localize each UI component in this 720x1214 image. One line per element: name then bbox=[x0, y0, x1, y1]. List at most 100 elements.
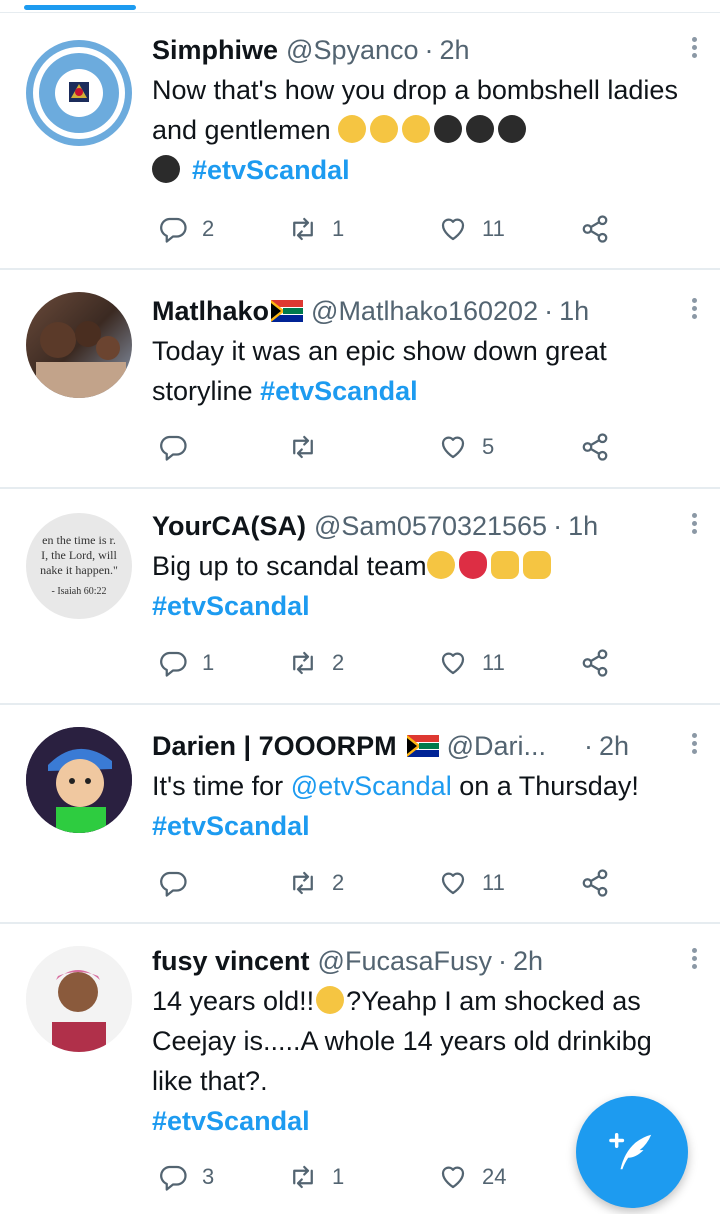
like-button[interactable]: 11 bbox=[438, 643, 505, 683]
heart-icon bbox=[438, 868, 468, 898]
timestamp[interactable]: 1h bbox=[568, 506, 598, 546]
timestamp[interactable]: 2h bbox=[513, 941, 543, 981]
reply-button[interactable] bbox=[158, 427, 202, 467]
reply-count: 3 bbox=[202, 1164, 215, 1189]
bomb-icon bbox=[434, 115, 463, 143]
avatar[interactable] bbox=[26, 40, 132, 146]
share-icon bbox=[580, 432, 610, 462]
hashtag-link[interactable]: #etvScandal bbox=[152, 811, 310, 841]
like-button[interactable]: 5 bbox=[438, 427, 494, 467]
retweet-icon bbox=[288, 214, 318, 244]
display-name[interactable]: Darien | 7OOORPM bbox=[152, 726, 397, 766]
like-button[interactable]: 24 bbox=[438, 1157, 506, 1197]
share-button[interactable] bbox=[580, 427, 624, 467]
username[interactable]: @FucasaFusy bbox=[318, 941, 492, 981]
more-options-icon[interactable] bbox=[684, 34, 704, 64]
username[interactable]: @Matlhako160202 bbox=[311, 291, 538, 331]
timestamp[interactable]: 2h bbox=[599, 726, 629, 766]
like-button[interactable]: 11 bbox=[438, 209, 505, 249]
tweet-header: Darien | 7OOORPM @Dari... · 2h bbox=[152, 726, 696, 766]
compose-tweet-button[interactable] bbox=[576, 1096, 688, 1208]
tweet-text: Now that's how you drop a bombshell ladi… bbox=[152, 70, 696, 190]
separator: · bbox=[584, 731, 594, 761]
retweet-button[interactable]: 2 bbox=[288, 863, 344, 903]
retweet-count: 1 bbox=[332, 1164, 345, 1189]
hashtag-link[interactable]: #etvScandal bbox=[152, 591, 310, 621]
display-name[interactable]: fusy vincent bbox=[152, 941, 310, 981]
mention-link[interactable]: @etvScandal bbox=[291, 771, 452, 801]
reply-icon bbox=[158, 432, 188, 462]
share-button[interactable] bbox=[580, 643, 624, 683]
share-icon bbox=[580, 868, 610, 898]
avatar-quote-line: en the time is r. bbox=[42, 533, 116, 547]
like-count: 24 bbox=[482, 1164, 507, 1189]
separator: · bbox=[498, 946, 508, 976]
tweet-actions: 1 2 11 bbox=[152, 643, 632, 683]
clapping-hands-icon bbox=[522, 551, 551, 579]
timestamp[interactable]: 1h bbox=[559, 291, 589, 331]
reply-button[interactable]: 1 bbox=[158, 643, 214, 683]
hashtag-link[interactable]: #etvScandal bbox=[192, 155, 350, 185]
like-button[interactable]: 11 bbox=[438, 863, 505, 903]
username[interactable]: @Spyanco bbox=[286, 30, 418, 70]
avatar[interactable] bbox=[26, 946, 132, 1052]
avatar[interactable] bbox=[26, 727, 132, 833]
retweet-button[interactable]: 2 bbox=[288, 643, 344, 683]
bomb-icon bbox=[466, 115, 495, 143]
hashtag-link[interactable]: #etvScandal bbox=[260, 376, 418, 406]
username[interactable]: @Dari... bbox=[447, 726, 546, 766]
tweet[interactable]: Simphiwe @Spyanco · 2h Now that's how yo… bbox=[0, 13, 720, 270]
ok-hand-icon bbox=[370, 115, 399, 143]
timestamp[interactable]: 2h bbox=[440, 30, 470, 70]
retweet-button[interactable] bbox=[288, 427, 332, 467]
more-options-icon[interactable] bbox=[684, 295, 704, 325]
tweet-text-body: 14 years old!! bbox=[152, 986, 315, 1016]
separator: · bbox=[553, 511, 563, 541]
retweet-button[interactable]: 1 bbox=[288, 1157, 344, 1197]
bomb-icon bbox=[498, 115, 527, 143]
tweet-text: It's time for @etvScandal on a Thursday!… bbox=[152, 766, 696, 846]
tweet-text-body: Big up to scandal team bbox=[152, 551, 427, 581]
avatar[interactable]: en the time is r. I, the Lord, will nake… bbox=[26, 513, 132, 619]
display-name[interactable]: Simphiwe bbox=[152, 30, 278, 70]
reply-count: 2 bbox=[202, 216, 215, 241]
hushed-face-icon bbox=[316, 986, 345, 1014]
like-count: 11 bbox=[482, 216, 505, 241]
more-options-icon[interactable] bbox=[684, 945, 704, 975]
share-button[interactable] bbox=[580, 209, 624, 249]
retweet-count: 2 bbox=[332, 870, 345, 895]
heart-icon bbox=[438, 648, 468, 678]
tweet-text-body: It's time for bbox=[152, 771, 284, 801]
tweet-header: fusy vincent @FucasaFusy · 2h bbox=[152, 941, 696, 981]
red-heart-icon bbox=[458, 551, 487, 579]
reply-button[interactable]: 2 bbox=[158, 209, 214, 249]
avatar[interactable] bbox=[26, 292, 132, 398]
bomb-icon bbox=[152, 155, 180, 183]
reply-icon bbox=[158, 1162, 188, 1192]
tweet[interactable]: Matlhako @Matlhako160202 · 1h Today it w… bbox=[0, 270, 720, 489]
tweet-actions: 2 11 bbox=[152, 863, 632, 903]
username[interactable]: @Sam0570321565 bbox=[314, 506, 547, 546]
retweet-count: 2 bbox=[332, 650, 345, 675]
tweet[interactable]: Darien | 7OOORPM @Dari... · 2h It's time… bbox=[0, 705, 720, 924]
tweet[interactable]: en the time is r. I, the Lord, will nake… bbox=[0, 489, 720, 705]
reply-button[interactable] bbox=[158, 863, 202, 903]
more-options-icon[interactable] bbox=[684, 510, 704, 540]
tweet-actions: 2 1 11 bbox=[152, 209, 632, 249]
separator: · bbox=[544, 296, 554, 326]
retweet-icon bbox=[288, 648, 318, 678]
cartoon-avatar-icon bbox=[26, 727, 132, 833]
display-name[interactable]: YourCA(SA) bbox=[152, 506, 306, 546]
tab-indicator bbox=[24, 5, 136, 10]
reply-button[interactable]: 3 bbox=[158, 1157, 214, 1197]
display-name[interactable]: Matlhako bbox=[152, 291, 269, 331]
crying-face-icon bbox=[426, 551, 455, 579]
retweet-button[interactable]: 1 bbox=[288, 209, 344, 249]
more-options-icon[interactable] bbox=[684, 730, 704, 760]
like-count: 11 bbox=[482, 870, 505, 895]
compose-tweet-icon bbox=[609, 1133, 652, 1170]
avatar-quote-line: I, the Lord, will bbox=[41, 548, 117, 562]
reply-icon bbox=[158, 214, 188, 244]
hashtag-link[interactable]: #etvScandal bbox=[152, 1106, 310, 1136]
share-button[interactable] bbox=[580, 863, 624, 903]
